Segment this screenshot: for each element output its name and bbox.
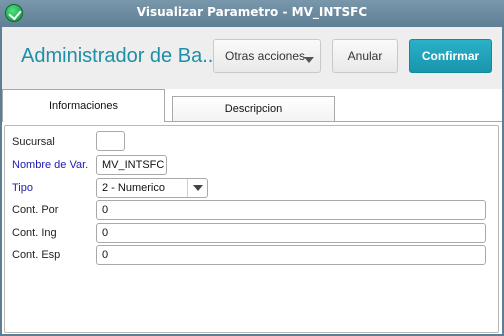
tab-descripcion[interactable]: Descripcion (172, 96, 335, 122)
more-actions-button[interactable]: Otras acciones (213, 39, 321, 73)
tipo-label: Tipo (12, 182, 33, 194)
window-title: Visualizar Parametro - MV_INTSFC (136, 5, 368, 19)
page-title: Administrador de Ba... (21, 45, 219, 67)
title-bar[interactable]: Visualizar Parametro - MV_INTSFC (0, 0, 504, 27)
cancel-button[interactable]: Anular (332, 39, 398, 73)
chevron-down-icon[interactable] (187, 179, 207, 197)
header-bar: Administrador de Ba... Otras acciones An… (2, 27, 502, 89)
chevron-down-icon (304, 57, 314, 63)
cont-por-label: Cont. Por (12, 204, 59, 216)
form-panel: Sucursal Nombre de Var. MV_INTSFC Tipo 2… (4, 125, 499, 333)
tab-descripcion-label: Descripcion (224, 103, 283, 115)
tipo-select[interactable]: 2 - Numerico (96, 178, 208, 198)
cont-por-field[interactable]: 0 (96, 200, 486, 220)
tab-informaciones-label: Informaciones (48, 100, 119, 112)
nombre-var-label: Nombre de Var. (12, 159, 89, 171)
cont-ing-label: Cont. Ing (12, 227, 57, 239)
tab-panel: Sucursal Nombre de Var. MV_INTSFC Tipo 2… (2, 121, 502, 334)
cont-esp-field[interactable]: 0 (96, 245, 486, 265)
tab-informaciones[interactable]: Informaciones (2, 89, 165, 122)
sucursal-field[interactable] (96, 131, 125, 151)
dialog-body: Administrador de Ba... Otras acciones An… (2, 27, 502, 334)
tipo-value: 2 - Numerico (102, 182, 165, 194)
more-actions-label: Otras acciones (225, 49, 306, 63)
window: Visualizar Parametro - MV_INTSFC Adminis… (0, 0, 504, 336)
sucursal-label: Sucursal (12, 136, 55, 148)
confirm-button[interactable]: Confirmar (409, 39, 492, 73)
cont-esp-label: Cont. Esp (12, 249, 61, 261)
cont-ing-field[interactable]: 0 (96, 223, 486, 243)
nombre-var-field[interactable]: MV_INTSFC (96, 155, 167, 175)
